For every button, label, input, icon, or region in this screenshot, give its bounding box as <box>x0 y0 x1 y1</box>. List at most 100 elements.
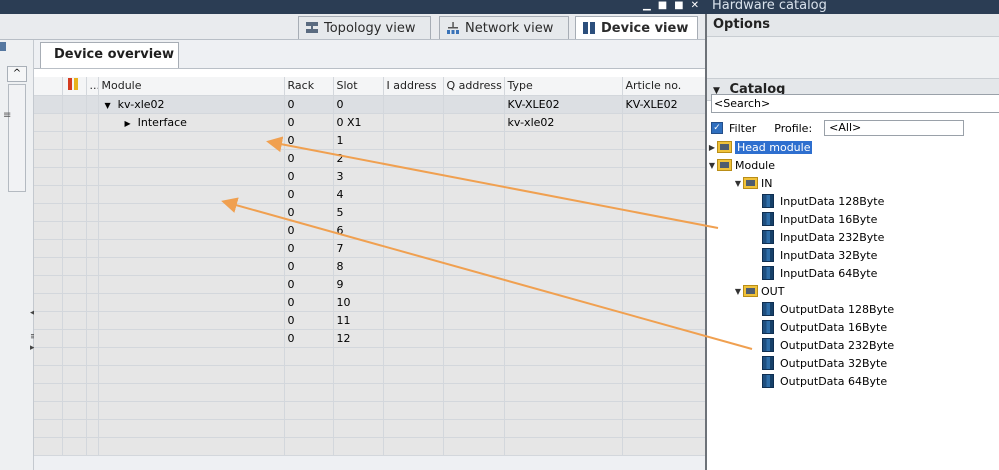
profile-select[interactable]: <All> <box>824 120 965 136</box>
table-row[interactable]: 0 10 <box>34 293 706 312</box>
header-module[interactable]: Module <box>98 77 285 96</box>
type-cell <box>504 167 623 186</box>
tree-leaf-item[interactable]: OutputData 32Byte <box>707 354 999 372</box>
row-icon-cell <box>62 113 87 132</box>
tree-leaf-item[interactable]: InputData 128Byte <box>707 192 999 210</box>
module-cell: ▼ kv-xle02 <box>98 95 285 114</box>
type-cell <box>504 257 623 276</box>
network-overview-icon <box>0 42 6 51</box>
tree-leaf-item[interactable]: InputData 16Byte <box>707 210 999 228</box>
tree-leaf-item[interactable]: InputData 32Byte <box>707 246 999 264</box>
row-icon-cell <box>62 257 87 276</box>
tree-node-in[interactable]: ▼ IN <box>707 174 999 192</box>
table-row[interactable]: 01 <box>34 131 706 150</box>
table-row[interactable]: 04 <box>34 185 706 204</box>
tab-topology-label: Topology view <box>324 20 416 36</box>
row-header-cell <box>34 221 63 240</box>
table-row[interactable]: 06 <box>34 221 706 240</box>
tree-node-module[interactable]: ▼ Module <box>707 156 999 174</box>
table-row[interactable]: 0 12 <box>34 329 706 348</box>
tab-device-view[interactable]: Device view <box>575 16 698 39</box>
header-slot[interactable]: Slot <box>333 77 384 96</box>
type-cell <box>504 239 623 258</box>
q-address-cell <box>443 185 505 204</box>
tree-leaf-item[interactable]: OutputData 64Byte <box>707 372 999 390</box>
scrollbar-thumb[interactable] <box>8 84 26 192</box>
empty-cell <box>86 365 99 384</box>
restore-button[interactable]: ■ <box>658 0 667 14</box>
row-header-cell <box>34 311 63 330</box>
table-row[interactable]: 02 <box>34 149 706 168</box>
tree-node-head-module[interactable]: ▶ Head module <box>707 138 999 156</box>
article-cell <box>622 149 706 168</box>
empty-cell <box>86 347 99 366</box>
rack-cell: 0 <box>284 293 334 312</box>
row-ellipsis-cell <box>86 293 99 312</box>
device-overview-panel: Device overview ... Module Rack Slot I a… <box>34 40 706 470</box>
table-row[interactable]: 05 <box>34 203 706 222</box>
table-row-empty[interactable] <box>34 365 706 384</box>
tree-node-out[interactable]: ▼ OUT <box>707 282 999 300</box>
slot-cell: 8 <box>333 257 384 276</box>
module-name: kv-xle02 <box>117 97 165 111</box>
minimize-button[interactable]: ▁ <box>643 0 651 14</box>
tree-expand-icon[interactable]: ▶ <box>707 143 717 152</box>
row-icon-cell <box>62 311 87 330</box>
table-row-empty[interactable] <box>34 419 706 438</box>
tree-collapse-icon[interactable]: ▼ <box>733 287 743 296</box>
slot-cell: 0 X1 <box>333 113 384 132</box>
header-i-address[interactable]: I address <box>383 77 444 96</box>
tree-leaf-item[interactable]: OutputData 16Byte <box>707 318 999 336</box>
device-overview-tab[interactable]: Device overview <box>40 42 179 68</box>
empty-cell <box>62 365 87 384</box>
folder-icon <box>743 177 758 189</box>
empty-cell <box>86 437 99 456</box>
tree-leaf-item[interactable]: OutputData 232Byte <box>707 336 999 354</box>
i-address-cell <box>383 329 444 348</box>
scroll-up-button[interactable]: ^ <box>7 66 27 82</box>
q-address-cell <box>443 239 505 258</box>
splitter-grip-icon[interactable]: ≡ <box>3 110 11 121</box>
header-q-address[interactable]: Q address <box>443 77 505 96</box>
table-row[interactable]: ▶ Interface 0 0 X1 kv-xle02 <box>34 113 706 132</box>
empty-cell <box>86 419 99 438</box>
header-ellipsis[interactable]: ... <box>86 77 99 96</box>
tree-collapse-icon[interactable]: ▼ <box>733 179 743 188</box>
table-row[interactable]: 03 <box>34 167 706 186</box>
tree-leaf-item[interactable]: OutputData 128Byte <box>707 300 999 318</box>
filter-checkbox[interactable]: ✓ <box>711 122 723 134</box>
header-article-no[interactable]: Article no. <box>622 77 706 96</box>
empty-cell <box>333 401 384 420</box>
table-row-empty[interactable] <box>34 437 706 456</box>
header-type[interactable]: Type <box>504 77 623 96</box>
table-row[interactable]: ▼ kv-xle02 0 0 KV-XLE02 KV-XLE02 <box>34 95 706 114</box>
tree-expand-icon[interactable]: ▶ <box>125 119 131 128</box>
tree-collapse-icon[interactable]: ▼ <box>707 161 717 170</box>
tree-leaf-item[interactable]: InputData 232Byte <box>707 228 999 246</box>
tree-collapse-icon[interactable]: ▼ <box>105 101 111 110</box>
catalog-search-input[interactable]: <Search> <box>711 94 999 113</box>
empty-cell <box>383 437 444 456</box>
table-row-empty[interactable] <box>34 383 706 402</box>
close-button[interactable]: ✕ <box>691 0 699 14</box>
empty-cell <box>86 401 99 420</box>
empty-cell <box>504 419 623 438</box>
table-row[interactable]: 09 <box>34 275 706 294</box>
table-row-empty[interactable] <box>34 347 706 366</box>
empty-cell <box>284 419 334 438</box>
table-row[interactable]: 08 <box>34 257 706 276</box>
tab-topology-view[interactable]: Topology view <box>298 16 431 39</box>
table-row[interactable]: 0 11 <box>34 311 706 330</box>
table-row[interactable]: 07 <box>34 239 706 258</box>
q-address-cell <box>443 311 505 330</box>
table-row-empty[interactable] <box>34 401 706 420</box>
tree-leaf-item[interactable]: InputData 64Byte <box>707 264 999 282</box>
slot-cell: 2 <box>333 149 384 168</box>
maximize-button[interactable]: ■ <box>674 0 683 14</box>
header-rack[interactable]: Rack <box>284 77 334 96</box>
tab-network-view[interactable]: Network view <box>439 16 569 39</box>
options-section-header[interactable]: Options <box>707 14 999 37</box>
rack-cell: 0 <box>284 257 334 276</box>
row-ellipsis-cell <box>86 275 99 294</box>
empty-cell <box>86 383 99 402</box>
